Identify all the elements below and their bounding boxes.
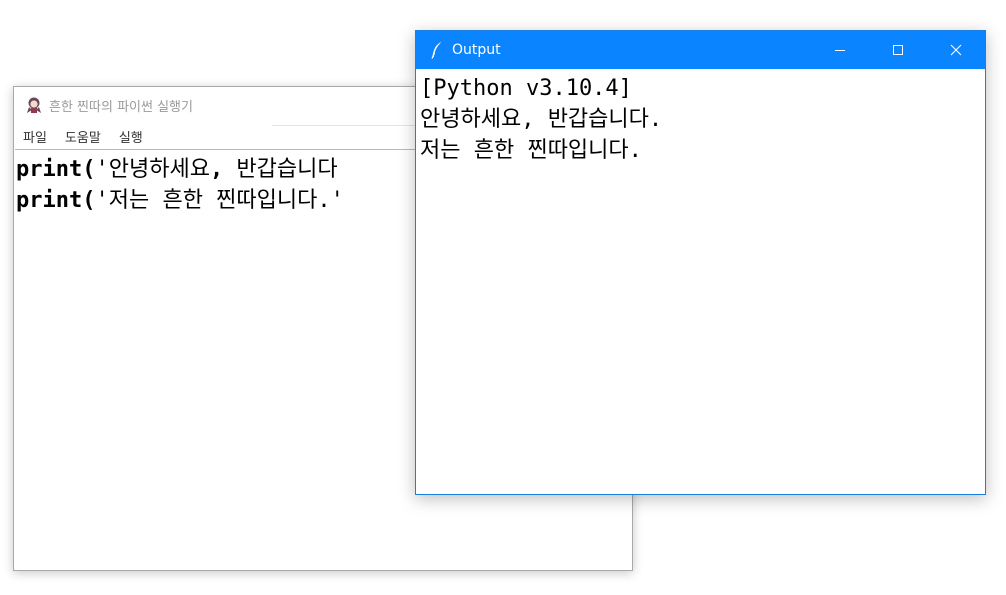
anime-character-icon [27, 97, 41, 113]
feather-icon [431, 42, 442, 59]
output-window[interactable]: Output [Python v3.10.4] 안녕하세요, 반갑습니다. 저는… [415, 30, 986, 495]
output-window-title: Output [452, 42, 501, 58]
editor-window-title: 흔한 찐따의 파이썬 실행기 [49, 99, 193, 115]
code-keyword: print [16, 188, 83, 213]
minimize-button[interactable] [811, 31, 869, 69]
output-text-area[interactable]: [Python v3.10.4] 안녕하세요, 반갑습니다. 저는 흔한 찐따입… [416, 69, 985, 494]
output-line-version: [Python v3.10.4] [420, 76, 632, 101]
code-string: '저는 흔한 찐따입니다.' [95, 188, 344, 213]
menu-item-run[interactable]: 실행 [119, 127, 143, 146]
maximize-button[interactable] [869, 31, 927, 69]
maximize-icon [893, 45, 903, 55]
close-button[interactable] [927, 31, 985, 69]
code-paren: ( [82, 188, 96, 213]
code-keyword: print [16, 157, 83, 182]
menu-item-help[interactable]: 도움말 [65, 127, 101, 146]
code-comma: , [209, 157, 224, 182]
window-controls [811, 31, 985, 69]
minimize-icon [835, 50, 845, 51]
output-title-bar[interactable]: Output [416, 31, 985, 69]
code-paren: ( [82, 157, 96, 182]
output-line: 안녕하세요, 반갑습니다. [420, 107, 663, 132]
code-string-rest: 반갑습니다 [223, 157, 338, 182]
output-line: 저는 흔한 찐따입니다. [420, 138, 642, 163]
code-string: '안녕하세요 [95, 157, 210, 182]
menu-item-file[interactable]: 파일 [23, 127, 47, 146]
close-icon [950, 44, 962, 56]
